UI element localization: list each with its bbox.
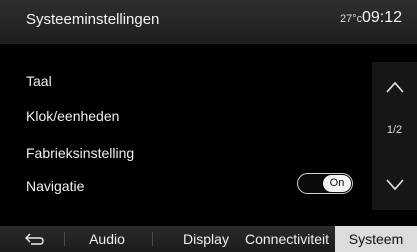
settings-list: Taal Klok/eenheden Fabrieksinstelling Na… (0, 44, 370, 204)
tab-divider (152, 232, 153, 246)
settings-item-taal[interactable]: Taal (26, 73, 52, 89)
navigatie-toggle[interactable]: On (297, 173, 353, 194)
chevron-down-icon (385, 179, 404, 191)
clock: 09:12 (362, 9, 403, 26)
tab-divider (64, 232, 65, 246)
chevron-up-icon (385, 81, 404, 93)
settings-item-klok-eenheden[interactable]: Klok/eenheden (26, 108, 119, 124)
scroll-panel: 1/2 (372, 62, 417, 210)
tab-connectiviteit[interactable]: Connectiviteit (241, 226, 333, 252)
tab-display[interactable]: Display (176, 226, 236, 252)
settings-item-fabrieksinstelling[interactable]: Fabrieksinstelling (26, 145, 134, 161)
settings-item-navigatie[interactable]: Navigatie (26, 178, 84, 194)
tab-audio[interactable]: Audio (83, 226, 131, 252)
settings-screen: Systeeminstellingen 27°c 09:12 Taal Klok… (0, 0, 417, 252)
page-title: Systeeminstellingen (26, 11, 160, 28)
outside-temperature: 27°c (340, 13, 363, 25)
scroll-down-button[interactable] (372, 160, 417, 210)
page-indicator: 1/2 (386, 124, 403, 136)
back-arrow-icon (25, 233, 44, 245)
bottom-tab-bar: Audio Display Connectiviteit Systeem (0, 226, 417, 252)
toggle-knob: On (323, 175, 351, 192)
tab-systeem[interactable]: Systeem (335, 226, 417, 252)
back-button[interactable] (20, 226, 50, 252)
header-bar: Systeeminstellingen 27°c 09:12 (0, 0, 417, 44)
scroll-up-button[interactable] (372, 62, 417, 112)
